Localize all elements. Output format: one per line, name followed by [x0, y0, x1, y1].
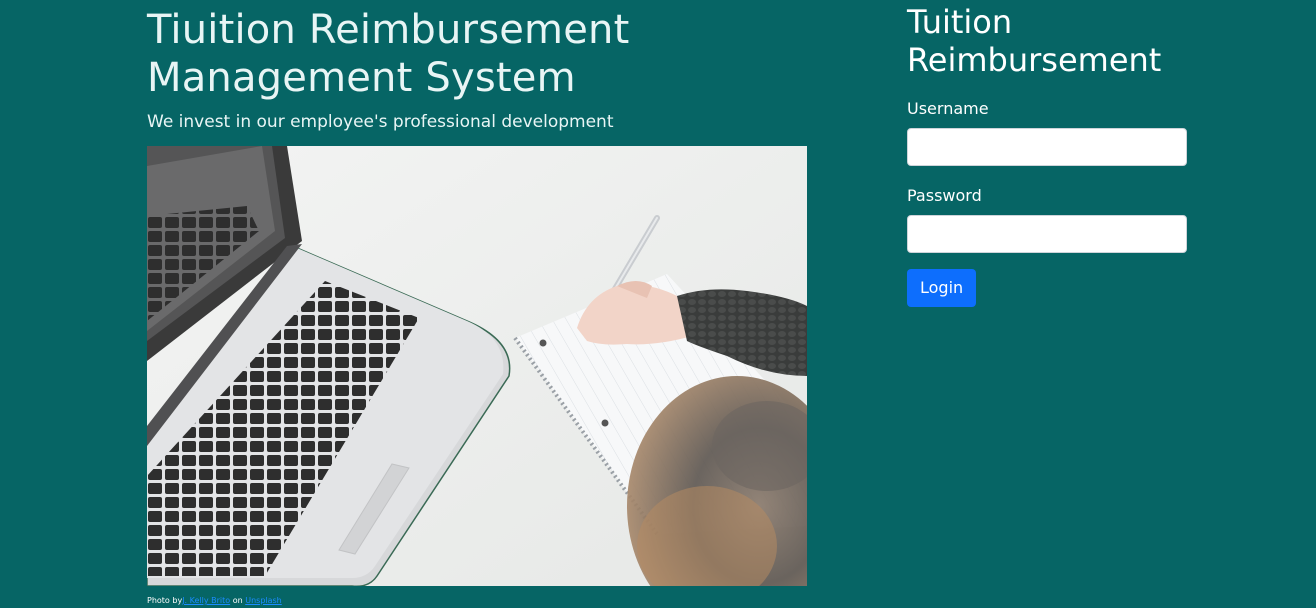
- login-title: Tuition Reimbursement: [907, 3, 1162, 79]
- photo-credit: Photo byJ. Kelly Brito on Unsplash: [147, 596, 282, 606]
- username-label: Username: [907, 99, 989, 118]
- laptop-notebook-illustration: [147, 146, 807, 586]
- username-input[interactable]: [907, 128, 1187, 166]
- photo-credit-middle: on: [232, 596, 243, 605]
- password-label: Password: [907, 186, 982, 205]
- page-subtitle: We invest in our employee's professional…: [147, 112, 614, 132]
- hero-photo: [147, 146, 807, 586]
- login-page: Tiuition Reimbursement Management System…: [0, 0, 1316, 608]
- photo-author-link[interactable]: J. Kelly Brito: [182, 596, 230, 605]
- page-title: Tiuition Reimbursement Management System: [147, 7, 630, 101]
- hero-section: Tiuition Reimbursement Management System…: [147, 0, 827, 133]
- login-form: Tuition Reimbursement Username Password …: [907, 0, 1187, 307]
- login-button[interactable]: Login: [907, 269, 977, 307]
- unsplash-link[interactable]: Unsplash: [245, 596, 282, 605]
- password-input[interactable]: [907, 215, 1187, 253]
- photo-credit-prefix: Photo by: [147, 596, 183, 605]
